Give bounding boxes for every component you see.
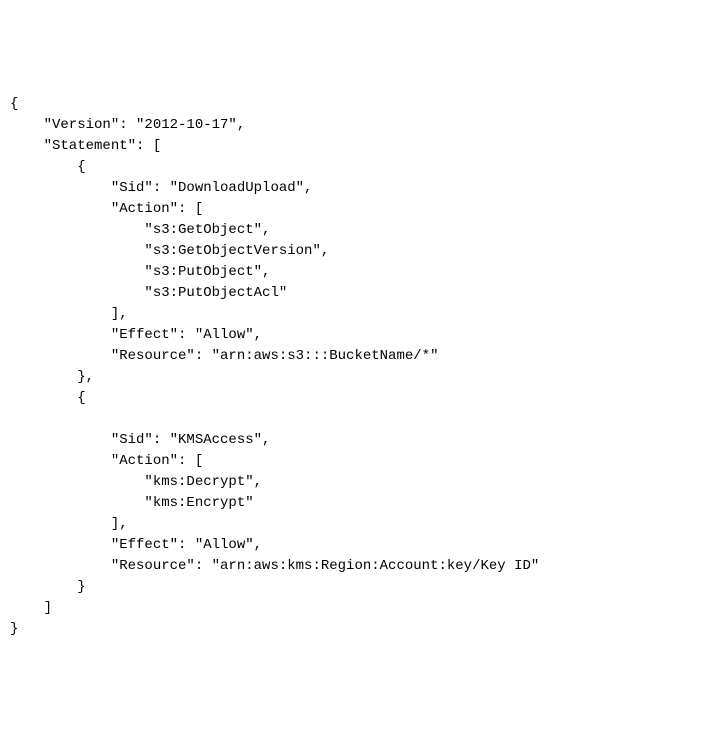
- code-line: "s3:GetObject",: [10, 222, 270, 238]
- code-line: "Action": [: [10, 201, 203, 217]
- code-line: "Effect": "Allow",: [10, 537, 262, 553]
- code-line: {: [10, 390, 86, 406]
- code-line: {: [10, 96, 18, 112]
- code-line: "Resource": "arn:aws:kms:Region:Account:…: [10, 558, 539, 574]
- code-line: "s3:PutObject",: [10, 264, 270, 280]
- code-line: },: [10, 369, 94, 385]
- code-line: }: [10, 621, 18, 637]
- code-line: "s3:GetObjectVersion",: [10, 243, 329, 259]
- code-line: ],: [10, 516, 128, 532]
- code-line: {: [10, 159, 86, 175]
- code-line: "Effect": "Allow",: [10, 327, 262, 343]
- code-line: "Resource": "arn:aws:s3:::BucketName/*": [10, 348, 438, 364]
- code-line: "Sid": "KMSAccess",: [10, 432, 270, 448]
- code-line: "Statement": [: [10, 138, 161, 154]
- code-line: "s3:PutObjectAcl": [10, 285, 287, 301]
- code-line: "Action": [: [10, 453, 203, 469]
- code-line: "kms:Encrypt": [10, 495, 254, 511]
- json-policy-block: { "Version": "2012-10-17", "Statement": …: [10, 94, 692, 640]
- code-line: "kms:Decrypt",: [10, 474, 262, 490]
- code-line: "Version": "2012-10-17",: [10, 117, 245, 133]
- code-line: ],: [10, 306, 128, 322]
- code-line: "Sid": "DownloadUpload",: [10, 180, 312, 196]
- code-line: }: [10, 579, 86, 595]
- code-line: ]: [10, 600, 52, 616]
